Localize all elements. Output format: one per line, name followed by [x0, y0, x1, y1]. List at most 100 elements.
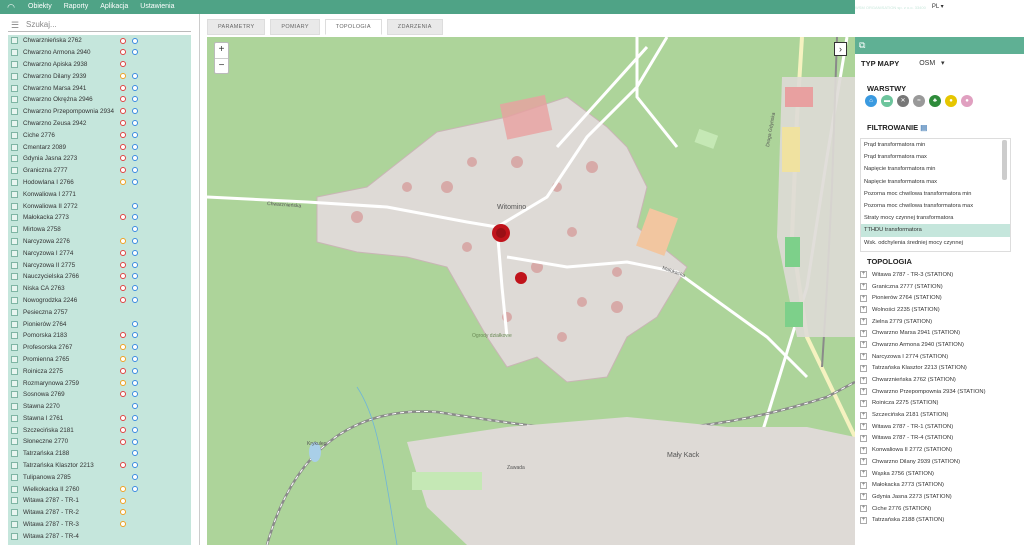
expand-icon[interactable]: +: [860, 446, 867, 454]
status-alert-icon[interactable]: [120, 438, 126, 445]
topology-item[interactable]: + Pionierów 2764 (STATION): [860, 292, 1020, 304]
panel-toggle-button[interactable]: ›: [834, 42, 847, 56]
topology-item[interactable]: + Tatrzańska 2188 (STATION): [860, 514, 1020, 526]
info-icon[interactable]: [132, 96, 138, 103]
object-checkbox[interactable]: [11, 521, 18, 529]
status-alert-icon[interactable]: [120, 391, 126, 398]
object-list-item[interactable]: Nowogrodzka 2246: [8, 295, 191, 307]
zoom-in-button[interactable]: +: [215, 43, 228, 58]
info-icon[interactable]: [132, 202, 138, 209]
topology-item[interactable]: + Tatrzańska Klasztor 2213 (STATION): [860, 363, 1020, 375]
drop-icon[interactable]: ●: [961, 95, 973, 107]
object-checkbox[interactable]: [11, 108, 18, 116]
object-list-item[interactable]: Graniczna 2777: [8, 165, 191, 177]
status-alert-icon[interactable]: [120, 84, 126, 91]
menu-reports[interactable]: Raporty: [58, 0, 95, 14]
object-checkbox[interactable]: [11, 226, 18, 234]
status-alert-icon[interactable]: [120, 108, 126, 115]
station-icon[interactable]: ⌂: [865, 95, 877, 107]
object-checkbox[interactable]: [11, 131, 18, 139]
expand-icon[interactable]: +: [860, 399, 867, 407]
topology-item[interactable]: + Wolności 2235 (STATION): [860, 304, 1020, 316]
object-checkbox[interactable]: [11, 214, 18, 222]
object-checkbox[interactable]: [11, 473, 18, 481]
status-alert-icon[interactable]: [120, 49, 126, 56]
info-icon[interactable]: [132, 179, 138, 186]
status-alert-icon[interactable]: [120, 37, 126, 44]
expand-icon[interactable]: +: [860, 329, 867, 337]
info-icon[interactable]: [132, 37, 138, 44]
filter-option[interactable]: Prąd transformatora max: [861, 151, 1010, 163]
object-list-item[interactable]: Małokacka 2773: [8, 212, 191, 224]
status-alert-icon[interactable]: [120, 497, 126, 504]
status-alert-icon[interactable]: [120, 167, 126, 174]
status-alert-icon[interactable]: [120, 179, 126, 186]
info-icon[interactable]: [132, 261, 138, 268]
topology-item[interactable]: + Ciche 2776 (STATION): [860, 503, 1020, 515]
info-icon[interactable]: [132, 391, 138, 398]
info-icon[interactable]: [132, 273, 138, 280]
status-alert-icon[interactable]: [120, 462, 126, 469]
info-icon[interactable]: [132, 367, 138, 374]
object-checkbox[interactable]: [11, 167, 18, 175]
topology-item[interactable]: + Małokacka 2773 (STATION): [860, 479, 1020, 491]
topology-item[interactable]: + Roinicza 2275 (STATION): [860, 398, 1020, 410]
status-alert-icon[interactable]: [120, 120, 126, 127]
status-alert-icon[interactable]: [120, 509, 126, 516]
status-alert-icon[interactable]: [120, 344, 126, 351]
object-list-item[interactable]: Gdynia Jasna 2273: [8, 153, 191, 165]
info-icon[interactable]: [132, 332, 138, 339]
tab-measurements[interactable]: POMIARY: [270, 19, 320, 35]
object-list-item[interactable]: Narcyzowa I 2774: [8, 247, 191, 259]
topology-item[interactable]: + Wąska 2756 (STATION): [860, 468, 1020, 480]
topology-item[interactable]: + Chwarzno Armona 2940 (STATION): [860, 339, 1020, 351]
expand-icon[interactable]: +: [860, 493, 867, 501]
object-list-item[interactable]: Chwarzno Zeusa 2942: [8, 118, 191, 130]
expand-icon[interactable]: +: [860, 306, 867, 314]
expand-icon[interactable]: +: [860, 376, 867, 384]
object-list-item[interactable]: Hodowlana I 2766: [8, 177, 191, 189]
status-alert-icon[interactable]: [120, 415, 126, 421]
filter-option[interactable]: Pozorna moc chwilowa transformatora max: [861, 200, 1010, 212]
menu-application[interactable]: Aplikacja: [94, 0, 134, 14]
object-list-item[interactable]: Konwaliowa I 2771: [8, 188, 191, 200]
info-icon[interactable]: [132, 226, 138, 233]
expand-icon[interactable]: +: [860, 411, 867, 419]
maptype-select[interactable]: OSM ▾: [919, 59, 944, 68]
object-checkbox[interactable]: [11, 509, 18, 517]
object-checkbox[interactable]: [11, 497, 18, 505]
object-checkbox[interactable]: [11, 367, 18, 375]
object-list-item[interactable]: Pesieczna 2757: [8, 306, 191, 318]
info-icon[interactable]: [132, 155, 138, 162]
topology-item[interactable]: + Witawa 2787 - TR-1 (STATION): [860, 421, 1020, 433]
status-alert-icon[interactable]: [120, 261, 126, 268]
clipboard-icon[interactable]: ▤: [920, 123, 927, 132]
object-checkbox[interactable]: [11, 438, 18, 446]
object-checkbox[interactable]: [11, 332, 18, 340]
object-checkbox[interactable]: [11, 426, 18, 434]
tab-parameters[interactable]: PARAMETRY: [207, 19, 266, 35]
status-alert-icon[interactable]: [120, 521, 126, 528]
object-list-item[interactable]: Tatrzańska Klasztor 2213: [8, 460, 191, 472]
info-icon[interactable]: [132, 72, 138, 79]
info-icon[interactable]: [132, 143, 138, 150]
info-icon[interactable]: [132, 403, 138, 410]
object-checkbox[interactable]: [11, 273, 18, 281]
expand-icon[interactable]: +: [860, 318, 867, 326]
info-icon[interactable]: [132, 462, 138, 469]
status-alert-icon[interactable]: [120, 285, 126, 292]
info-icon[interactable]: [132, 297, 138, 304]
object-checkbox[interactable]: [11, 190, 18, 198]
info-icon[interactable]: [132, 356, 138, 363]
expand-icon[interactable]: +: [860, 388, 867, 396]
menu-objects[interactable]: Obiekty: [22, 0, 58, 14]
object-checkbox[interactable]: [11, 344, 18, 352]
object-checkbox[interactable]: [11, 96, 18, 104]
info-icon[interactable]: [132, 49, 138, 56]
map-view[interactable]: Witomino Chwarznieńska Małokacka Mały Ka…: [207, 37, 855, 545]
export-icon[interactable]: ⧉: [859, 40, 865, 50]
topology-item[interactable]: + Chwarzno Marsa 2941 (STATION): [860, 327, 1020, 339]
tab-events[interactable]: ZDARZENIA: [386, 19, 443, 35]
object-checkbox[interactable]: [11, 237, 18, 245]
object-checkbox[interactable]: [11, 403, 18, 411]
